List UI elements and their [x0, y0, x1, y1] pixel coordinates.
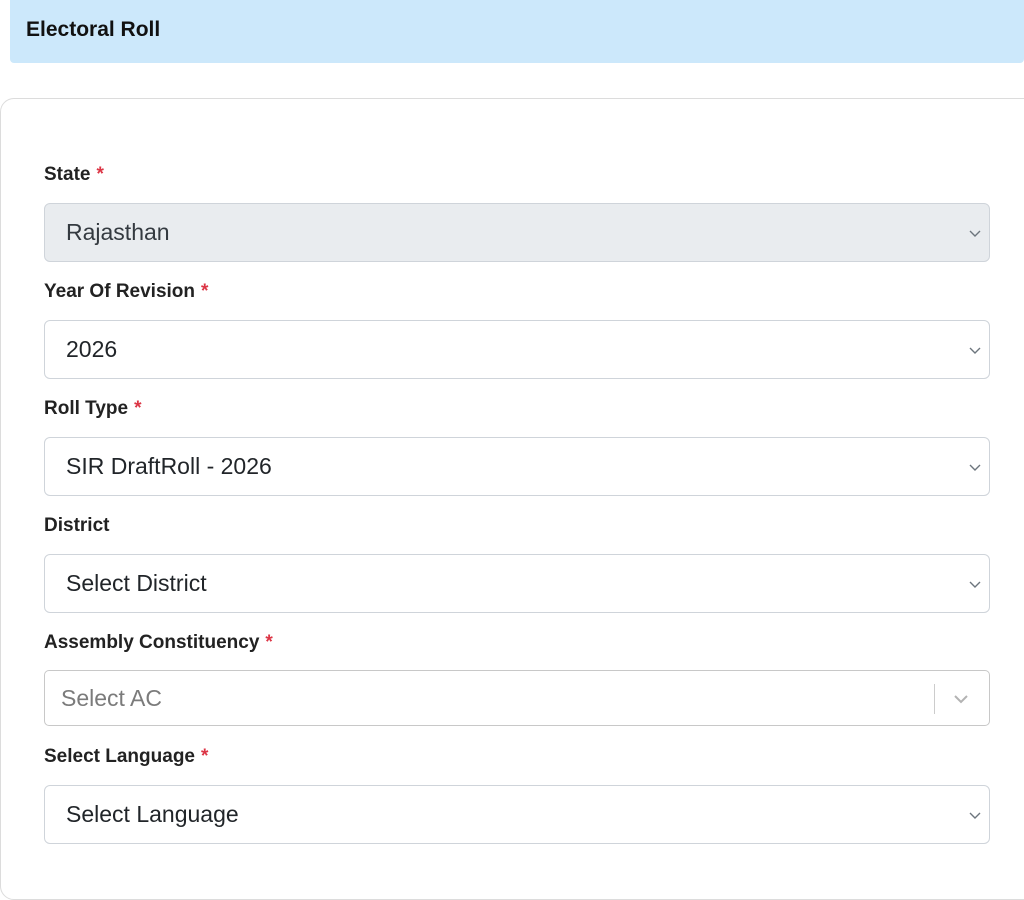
required-marker: * [96, 164, 104, 185]
chevron-down-icon [968, 577, 982, 591]
district-select[interactable]: Select District [44, 554, 990, 613]
language-value: Select Language [66, 801, 239, 827]
assembly-constituency-select[interactable]: Select AC [44, 670, 990, 726]
assembly-constituency-placeholder: Select AC [61, 685, 162, 711]
year-of-revision-select[interactable]: 2026 [44, 320, 990, 379]
assembly-constituency-label: Assembly Constituency * [44, 632, 273, 653]
chevron-down-icon [968, 808, 982, 822]
year-of-revision-label: Year Of Revision * [44, 281, 209, 302]
required-marker: * [201, 281, 209, 302]
indicator-separator [934, 684, 935, 714]
chevron-down-icon [968, 226, 982, 240]
chevron-down-icon [968, 460, 982, 474]
district-value: Select District [66, 570, 207, 596]
page-title: Electoral Roll [26, 18, 161, 41]
language-select[interactable]: Select Language [44, 785, 990, 844]
roll-type-label: Roll Type * [44, 398, 142, 419]
page-header: Electoral Roll [10, 0, 1024, 63]
required-marker: * [265, 632, 273, 653]
roll-type-value: SIR DraftRoll - 2026 [66, 453, 272, 479]
year-of-revision-value: 2026 [66, 336, 118, 362]
required-marker: * [201, 746, 209, 767]
chevron-down-icon[interactable] [951, 689, 971, 709]
state-select[interactable]: Rajasthan [44, 203, 990, 262]
roll-type-select[interactable]: SIR DraftRoll - 2026 [44, 437, 990, 496]
chevron-down-icon [968, 343, 982, 357]
required-marker: * [134, 398, 142, 419]
language-label: Select Language * [44, 746, 209, 767]
state-label: State * [44, 164, 104, 185]
state-select-value: Rajasthan [66, 219, 170, 245]
district-label: District [44, 515, 110, 536]
